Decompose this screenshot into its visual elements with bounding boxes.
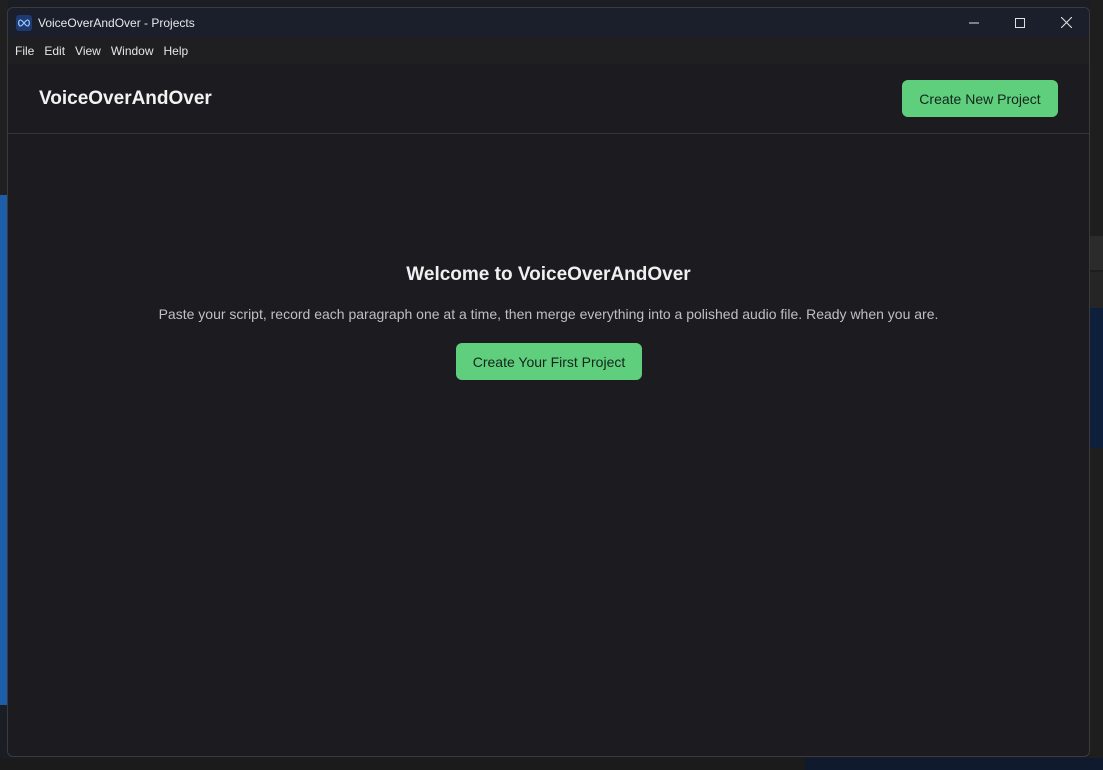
menu-edit[interactable]: Edit xyxy=(39,44,70,58)
app-brand: VoiceOverAndOver xyxy=(39,88,212,109)
title-bar[interactable]: VoiceOverAndOver - Projects xyxy=(8,8,1089,37)
background-window-right-band xyxy=(1090,236,1103,270)
create-first-project-button[interactable]: Create Your First Project xyxy=(456,343,642,380)
menu-file[interactable]: File xyxy=(10,44,39,58)
menu-window[interactable]: Window xyxy=(106,44,159,58)
menu-help[interactable]: Help xyxy=(159,44,194,58)
maximize-icon xyxy=(1015,17,1025,28)
welcome-title: Welcome to VoiceOverAndOver xyxy=(406,264,691,285)
window-controls xyxy=(951,8,1089,37)
app-window: VoiceOverAndOver - Projects File Edit Vi… xyxy=(7,7,1090,757)
close-icon xyxy=(1060,17,1072,28)
create-new-project-button[interactable]: Create New Project xyxy=(902,80,1058,117)
app-header: VoiceOverAndOver Create New Project xyxy=(8,64,1089,134)
minimize-button[interactable] xyxy=(951,8,997,37)
taskbar-edge-dark xyxy=(805,758,1103,770)
background-window-right-band xyxy=(1090,272,1103,308)
welcome-description: Paste your script, record each paragraph… xyxy=(158,306,939,322)
minimize-icon xyxy=(969,22,979,23)
window-title: VoiceOverAndOver - Projects xyxy=(38,15,195,30)
infinity-icon xyxy=(16,14,32,31)
menu-view[interactable]: View xyxy=(70,44,106,58)
close-button[interactable] xyxy=(1043,8,1089,37)
menu-bar: File Edit View Window Help xyxy=(8,37,1089,64)
welcome-panel: Welcome to VoiceOverAndOver Paste your s… xyxy=(8,134,1089,756)
background-window-right-band xyxy=(1090,308,1103,448)
maximize-button[interactable] xyxy=(997,8,1043,37)
